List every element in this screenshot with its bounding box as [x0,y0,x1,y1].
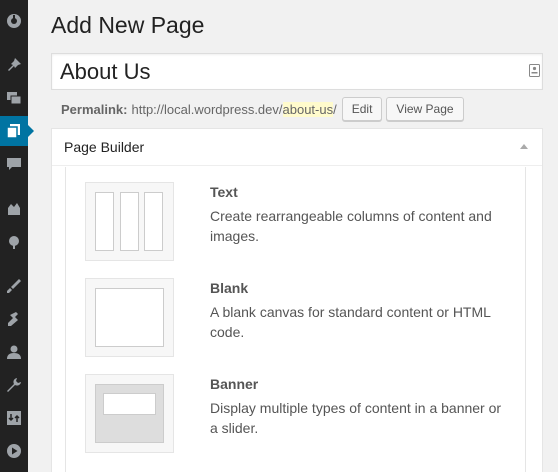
permalink-label: Permalink: [61,101,128,117]
plugins-icon[interactable] [0,227,28,257]
layout-list: Text Create rearrangeable columns of con… [65,167,526,472]
layout-option-banner[interactable]: Banner Display multiple types of content… [85,374,505,454]
layout-option-blank[interactable]: Blank A blank canvas for standard conten… [85,278,505,358]
text-layout-thumbnail[interactable] [85,182,174,261]
page-title: Add New Page [51,12,205,38]
post-title-input[interactable] [51,53,543,90]
collapse-arrow-icon[interactable] [520,144,528,149]
layout-option-text[interactable]: Text Create rearrangeable columns of con… [85,182,505,262]
layout-description: A blank canvas for standard content or H… [210,304,491,340]
comments-icon[interactable] [0,149,28,179]
wrench-icon[interactable] [0,370,28,400]
brush-icon[interactable] [0,271,28,301]
column-shape [120,192,139,251]
page-builder-header[interactable]: Page Builder [52,129,542,166]
dashboard-icon[interactable] [0,5,28,35]
users-icon[interactable] [0,337,28,367]
import-icon[interactable] [0,403,28,433]
layout-title[interactable]: Banner [210,376,258,392]
tools-icon[interactable] [0,304,28,334]
media-icon[interactable] [0,83,28,113]
column-shape [95,192,114,251]
page-builder-box: Page Builder Text Create rearrangeable c… [51,128,543,472]
pages-icon[interactable] [0,116,34,146]
banner-layout-thumbnail[interactable] [85,374,174,453]
admin-sidebar [0,0,34,472]
page-builder-title: Page Builder [64,139,145,155]
permalink-trail: / [333,101,337,117]
pin-icon[interactable] [0,50,28,80]
blank-canvas-shape [95,288,164,347]
layout-title[interactable]: Text [210,184,238,200]
appearance-icon[interactable] [0,194,28,224]
autofill-key-icon[interactable] [529,64,540,77]
layout-description: Display multiple types of content in a b… [210,400,502,436]
view-page-button[interactable]: View Page [386,97,464,121]
blank-layout-thumbnail[interactable] [85,278,174,357]
layout-title[interactable]: Blank [210,280,248,296]
permalink-row: Permalink: http://local.wordpress.dev/ab… [61,97,464,121]
column-shape [144,192,163,251]
layout-description: Create rearrangeable columns of content … [210,208,492,244]
edit-permalink-button[interactable]: Edit [341,97,383,121]
permalink-slug[interactable]: about-us [282,101,334,117]
play-icon[interactable] [0,436,28,466]
banner-content-shape [103,393,156,415]
permalink-base-url: http://local.wordpress.dev/ [131,101,283,117]
